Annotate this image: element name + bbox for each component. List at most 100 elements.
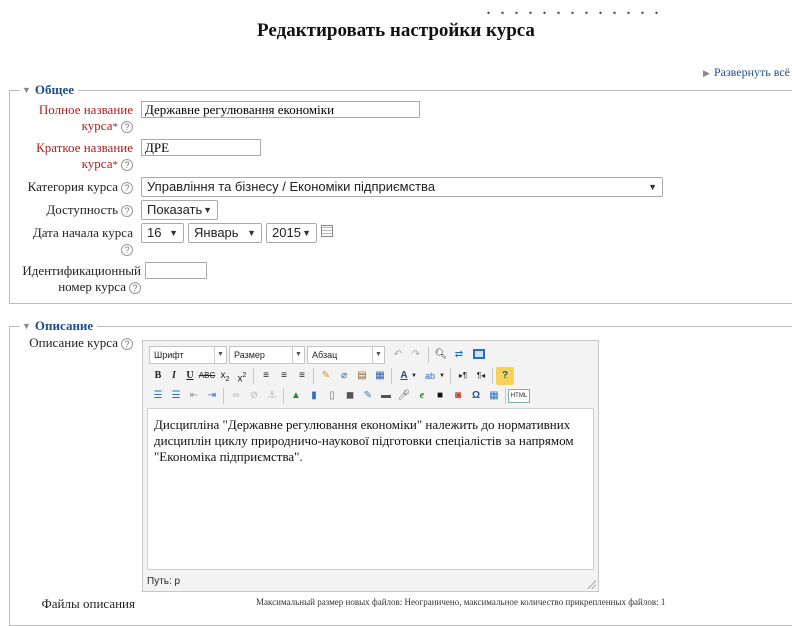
template-icon[interactable]: ▯: [323, 387, 341, 405]
calendar-icon[interactable]: [321, 225, 333, 237]
bullet-list-icon[interactable]: ☰: [149, 387, 167, 405]
expand-triangle-icon: ▶: [703, 68, 710, 78]
chevron-down-icon[interactable]: ▼: [437, 367, 447, 385]
strikethrough-icon[interactable]: ABC: [198, 367, 216, 385]
expand-all-link[interactable]: ▶ Развернуть всё: [703, 65, 790, 80]
help-icon[interactable]: ?: [121, 121, 133, 134]
chevron-down-icon: ▼: [169, 228, 178, 238]
idnumber-label-line1: Идентификационный: [22, 263, 141, 278]
numbered-list-icon[interactable]: ☰: [167, 387, 185, 405]
align-right-icon[interactable]: ≡: [293, 367, 311, 385]
anchor-icon[interactable]: ⚓︎: [263, 387, 281, 405]
nolink-icon[interactable]: ■: [431, 387, 449, 405]
toolbar-divider: [223, 388, 224, 404]
start-day-value: 16: [147, 225, 162, 240]
toolbar-divider: [313, 368, 314, 384]
unlink-icon[interactable]: ⊘: [245, 387, 263, 405]
help-icon[interactable]: ?: [121, 244, 133, 257]
equation-icon[interactable]: e: [413, 387, 431, 405]
indent-icon[interactable]: ⇥: [203, 387, 221, 405]
chevron-down-icon: ▼: [203, 205, 212, 215]
fullname-label: Полное название курса*?: [0, 102, 133, 135]
paste-text-icon[interactable]: ▤: [353, 367, 371, 385]
category-label-text: Категория курса: [27, 179, 118, 194]
required-star-icon: *: [112, 121, 119, 133]
rtl-icon[interactable]: ¶◂: [472, 367, 490, 385]
shortname-label-line2: курса: [81, 156, 113, 171]
help-icon[interactable]: ?: [121, 159, 133, 172]
remove-format-icon[interactable]: ⌀: [335, 367, 353, 385]
description-legend[interactable]: ▼ Описание: [20, 318, 98, 334]
font-family-select[interactable]: Шрифт ▼: [149, 346, 227, 364]
image-icon[interactable]: ▲: [287, 387, 305, 405]
chevron-down-icon[interactable]: ▼: [409, 367, 419, 385]
help-icon[interactable]: ?: [121, 338, 133, 351]
start-day-select[interactable]: 16 ▼: [141, 223, 184, 243]
chevron-down-icon: ▼: [648, 182, 657, 192]
align-left-icon[interactable]: ≡: [257, 367, 275, 385]
expand-all-label: Развернуть всё: [713, 65, 790, 79]
ltr-icon[interactable]: ▸¶: [454, 367, 472, 385]
editor-path: Путь: p: [147, 576, 181, 587]
editor-content[interactable]: Дисципліна "Державне регулювання економі…: [147, 408, 594, 570]
video-icon[interactable]: ◙: [449, 387, 467, 405]
general-legend-label: Общее: [34, 82, 75, 97]
microphone-icon[interactable]: 🎤︎: [395, 387, 413, 405]
start-year-select[interactable]: 2015 ▼: [266, 223, 317, 243]
truncated-header-text: . . . . . . . . . . . . .: [486, 0, 661, 19]
html-source-icon[interactable]: HTML: [508, 389, 530, 403]
redo-icon[interactable]: ↷: [407, 346, 425, 364]
resize-handle-icon[interactable]: [586, 579, 596, 589]
visibility-select[interactable]: Показать ▼: [141, 200, 218, 220]
underline-icon[interactable]: U: [181, 367, 199, 385]
category-select[interactable]: Управління та бізнесу / Економіки підпри…: [141, 177, 663, 197]
start-month-select[interactable]: Январь ▼: [188, 223, 262, 243]
category-select-value: Управління та бізнесу / Економіки підпри…: [147, 179, 436, 194]
font-size-label: Размер: [234, 350, 265, 360]
startdate-label: Дата начала курса ?: [0, 225, 133, 257]
help-icon[interactable]: ?: [129, 282, 141, 295]
toolbar-divider: [492, 368, 493, 384]
files-label: Файлы описания: [41, 596, 135, 611]
font-size-select[interactable]: Размер ▼: [229, 346, 305, 364]
help-icon[interactable]: ?: [121, 205, 133, 218]
collapse-caret-icon: ▼: [22, 85, 31, 95]
collapse-caret-icon: ▼: [22, 321, 31, 331]
emoticon-icon[interactable]: ◼: [341, 387, 359, 405]
pencil-icon[interactable]: ✎: [359, 387, 377, 405]
idnumber-input[interactable]: [145, 262, 207, 279]
visibility-label: Доступность?: [0, 202, 133, 218]
align-center-icon[interactable]: ≡: [275, 367, 293, 385]
cleanup-icon[interactable]: ✎: [317, 367, 335, 385]
subscript-icon[interactable]: x2: [216, 367, 234, 385]
link-icon[interactable]: ∞: [227, 387, 245, 405]
start-month-value: Январь: [194, 225, 239, 240]
media-icon[interactable]: ▮: [305, 387, 323, 405]
special-char-icon[interactable]: Ω: [467, 387, 485, 405]
toolbar-divider: [391, 368, 392, 384]
chevron-down-icon: ▼: [247, 228, 256, 238]
chevron-down-icon: ▼: [214, 347, 226, 363]
chevron-down-icon: ▼: [292, 347, 304, 363]
toolbar-divider: [283, 388, 284, 404]
outdent-icon[interactable]: ⇤: [185, 387, 203, 405]
paragraph-format-select[interactable]: Абзац ▼: [307, 346, 385, 364]
superscript-icon[interactable]: x2: [233, 367, 251, 385]
fullname-input[interactable]: [141, 101, 420, 118]
shortname-input[interactable]: [141, 139, 261, 156]
summary-label: Описание курса?: [0, 335, 133, 351]
paste-word-icon[interactable]: ▦: [371, 367, 389, 385]
edit-table-icon[interactable]: ▦: [485, 387, 503, 405]
find-icon[interactable]: 🔍︎: [432, 346, 450, 364]
required-star-icon: *: [112, 159, 119, 171]
undo-icon[interactable]: ↶: [389, 346, 407, 364]
replace-icon[interactable]: ⇄: [450, 346, 468, 364]
general-legend[interactable]: ▼ Общее: [20, 82, 79, 98]
idnumber-label: Идентификационный номер курса?: [0, 263, 141, 295]
summary-label-text: Описание курса: [29, 335, 118, 350]
drag-math-icon[interactable]: ▬: [377, 387, 395, 405]
help-icon[interactable]: ?: [121, 182, 133, 195]
fullscreen-icon[interactable]: [470, 346, 488, 364]
toolbar-row-1: Шрифт ▼ Размер ▼ Абзац ▼ ↶ ↷ 🔍︎ ⇄: [149, 346, 594, 366]
help-icon[interactable]: ?: [496, 367, 514, 385]
